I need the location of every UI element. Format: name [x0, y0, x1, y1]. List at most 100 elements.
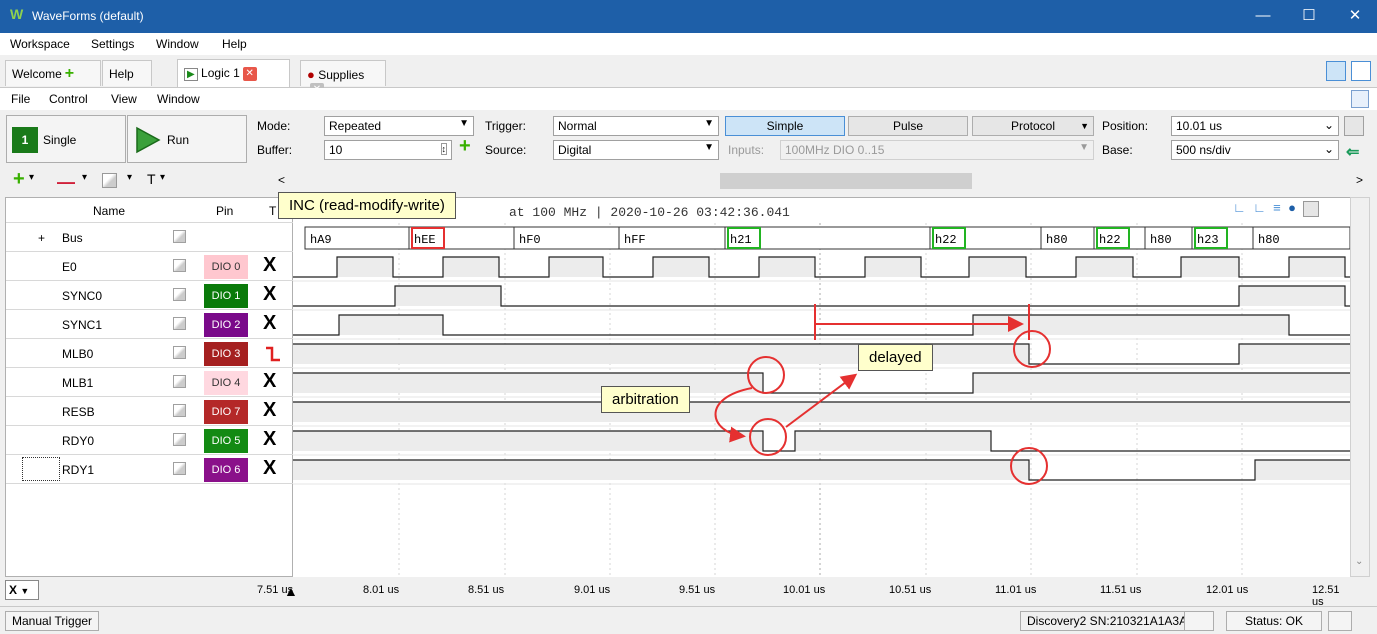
- pin-badge[interactable]: DIO 2: [204, 313, 248, 337]
- trigger-none-icon[interactable]: X: [263, 428, 276, 451]
- pin-badge[interactable]: DIO 1: [204, 284, 248, 308]
- chevron-down-icon: ▼: [1080, 121, 1089, 131]
- add-icon[interactable]: +: [459, 136, 471, 156]
- menu-window[interactable]: Window: [156, 37, 199, 51]
- menu-settings[interactable]: Settings: [91, 37, 134, 51]
- run-button[interactable]: Run: [127, 115, 247, 163]
- tab-logic[interactable]: ▶ Logic 1 ✕: [177, 59, 290, 87]
- scroll-right-icon[interactable]: >: [1356, 173, 1363, 187]
- edit-channel-icon[interactable]: [102, 173, 117, 188]
- add-channel-icon[interactable]: +: [13, 169, 25, 189]
- channel-row[interactable]: SYNC1 DIO 2 X: [6, 310, 294, 339]
- trigger-none-icon[interactable]: X: [263, 399, 276, 422]
- pin-badge[interactable]: DIO 0: [204, 255, 248, 279]
- edit-icon[interactable]: [173, 404, 186, 417]
- channel-row[interactable]: MLB0 DIO 3: [6, 339, 294, 368]
- edit-icon[interactable]: [173, 230, 186, 243]
- scroll-down-icon[interactable]: ⌄: [1355, 556, 1363, 567]
- tile-vertical-icon[interactable]: [1351, 61, 1371, 81]
- trigger-label: Trigger:: [485, 119, 526, 133]
- device-icon[interactable]: [1184, 611, 1214, 631]
- scroll-left-icon[interactable]: <: [278, 173, 285, 187]
- chevron-down-icon[interactable]: ▾: [160, 172, 165, 183]
- pin-badge[interactable]: DIO 3: [204, 342, 248, 366]
- channel-row[interactable]: RDY1 DIO 6 X: [6, 455, 294, 484]
- chevron-down-icon[interactable]: ▾: [29, 172, 34, 183]
- edit-icon[interactable]: [173, 346, 186, 359]
- gear-icon[interactable]: [1328, 611, 1352, 631]
- simple-button[interactable]: Simple: [725, 116, 845, 136]
- falling-edge-trigger-icon[interactable]: [264, 345, 282, 363]
- zoom-icon[interactable]: ●: [1288, 200, 1296, 215]
- maximize-button[interactable]: ☐: [1287, 4, 1331, 28]
- waveform-plot[interactable]: at 100 MHz | 2020-10-26 03:42:36.041 hA9…: [293, 197, 1351, 578]
- minimize-button[interactable]: —: [1241, 4, 1285, 28]
- trigger-none-icon[interactable]: X: [263, 312, 276, 335]
- remove-channel-icon[interactable]: —: [57, 172, 75, 193]
- tile-horizontal-icon[interactable]: [1326, 61, 1346, 81]
- cursor-tool-icon[interactable]: ∟: [1253, 200, 1266, 215]
- trigger-position-marker-icon[interactable]: ▲: [284, 583, 298, 599]
- menu-workspace[interactable]: Workspace: [10, 37, 70, 51]
- protocol-button[interactable]: Protocol ▼: [972, 116, 1094, 136]
- arrow-left-icon[interactable]: ⇐: [1346, 142, 1359, 162]
- trigger-none-icon[interactable]: X: [263, 254, 276, 277]
- close-button[interactable]: ✕: [1333, 4, 1377, 28]
- cursor-tool-icon[interactable]: ∟: [1233, 200, 1246, 215]
- edit-icon[interactable]: [173, 317, 186, 330]
- device-label[interactable]: Discovery2 SN:210321A1A3AF: [1020, 611, 1202, 631]
- menu-window-2[interactable]: Window: [157, 92, 200, 106]
- trigger-none-icon[interactable]: X: [263, 457, 276, 480]
- channel-row[interactable]: SYNC0 DIO 1 X: [6, 281, 294, 310]
- base-field[interactable]: 500 ns/div ⌄: [1171, 140, 1339, 160]
- bus-value-label: hFF: [624, 233, 646, 247]
- chevron-down-icon[interactable]: ▾: [82, 172, 87, 183]
- edit-icon[interactable]: [173, 433, 186, 446]
- channel-row-bus[interactable]: + Bus: [6, 223, 294, 252]
- pulse-button[interactable]: Pulse: [848, 116, 968, 136]
- spinner-icon[interactable]: ↕: [440, 143, 447, 155]
- play-icon: ▶: [184, 68, 198, 81]
- buffer-spinner[interactable]: 10 ↕: [324, 140, 452, 160]
- source-select[interactable]: Digital ▼: [553, 140, 719, 160]
- manual-trigger-button[interactable]: Manual Trigger: [5, 611, 100, 631]
- menu-help[interactable]: Help: [222, 37, 247, 51]
- trigger-select[interactable]: Normal ▼: [553, 116, 719, 136]
- tab-welcome[interactable]: Welcome +: [5, 60, 101, 86]
- edit-icon[interactable]: [173, 462, 186, 475]
- chevron-down-icon[interactable]: ▾: [127, 172, 132, 183]
- menu-file[interactable]: File: [11, 92, 30, 106]
- menu-control[interactable]: Control: [49, 92, 88, 106]
- tab-supplies[interactable]: ● Supplies✕: [300, 60, 386, 97]
- edit-icon[interactable]: [173, 259, 186, 272]
- add-icon[interactable]: +: [65, 66, 74, 82]
- trigger-none-icon[interactable]: X: [263, 370, 276, 393]
- horizontal-scrollbar-thumb[interactable]: [720, 173, 972, 189]
- gear-icon[interactable]: [1303, 200, 1320, 217]
- channel-row[interactable]: RDY0 DIO 5 X: [6, 426, 294, 455]
- trigger-none-icon[interactable]: X: [263, 283, 276, 306]
- pin-badge[interactable]: DIO 4: [204, 371, 248, 395]
- close-tab-icon[interactable]: ✕: [242, 66, 257, 81]
- pin-badge[interactable]: DIO 6: [204, 458, 248, 482]
- pin-badge[interactable]: DIO 7: [204, 400, 248, 424]
- text-tool-icon[interactable]: T: [147, 171, 156, 187]
- dock-icon[interactable]: [1351, 90, 1369, 108]
- x-axis-select[interactable]: X ▼: [5, 580, 39, 600]
- pin-badge[interactable]: DIO 5: [204, 429, 248, 453]
- channel-row[interactable]: RESB DIO 7 X: [6, 397, 294, 426]
- gear-icon[interactable]: [1344, 116, 1364, 136]
- position-field[interactable]: 10.01 us ⌄: [1171, 116, 1339, 136]
- edit-icon[interactable]: [173, 288, 186, 301]
- tab-help[interactable]: Help: [102, 60, 152, 86]
- channel-row[interactable]: MLB1 DIO 4 X: [6, 368, 294, 397]
- mode-select[interactable]: Repeated ▼: [324, 116, 474, 136]
- status-badge[interactable]: Status: OK: [1226, 611, 1322, 631]
- single-button[interactable]: 1 Single: [6, 115, 126, 163]
- channel-row[interactable]: E0 DIO 0 X: [6, 252, 294, 281]
- expand-icon[interactable]: +: [38, 231, 45, 245]
- vertical-scrollbar[interactable]: ⌄: [1350, 197, 1370, 577]
- edit-icon[interactable]: [173, 375, 186, 388]
- list-tool-icon[interactable]: ≡: [1273, 200, 1281, 215]
- menu-view[interactable]: View: [111, 92, 137, 106]
